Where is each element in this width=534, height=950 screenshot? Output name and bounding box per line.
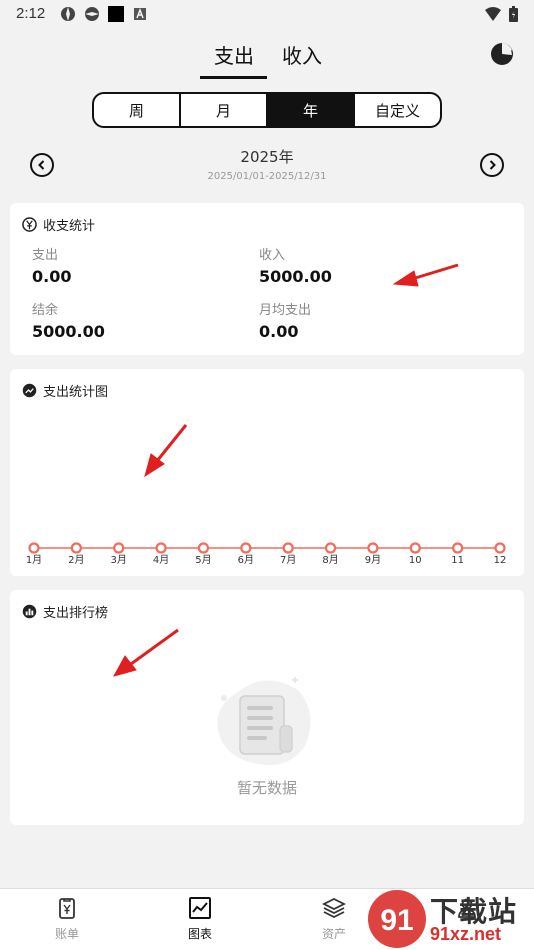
balance-value: 5000.00	[32, 322, 105, 341]
status-time: 2:12	[16, 5, 46, 22]
data-point[interactable]	[494, 542, 506, 554]
data-point[interactable]	[324, 542, 337, 554]
nav-assets-label: 资产	[321, 927, 346, 941]
status-bar: 2:12	[0, 0, 534, 28]
data-point[interactable]	[70, 542, 82, 554]
money-icon	[22, 217, 37, 232]
x-tick-label: 10	[409, 555, 422, 566]
period-title: 2025年	[240, 148, 294, 166]
x-tick-label: 7月	[280, 554, 296, 566]
x-tick-label: 8月	[322, 554, 338, 566]
period-year[interactable]: 年	[268, 94, 355, 126]
nav-charts-label: 图表	[187, 927, 212, 941]
x-tick-label: 4月	[153, 554, 169, 566]
data-point[interactable]	[367, 542, 379, 554]
square-icon	[108, 6, 124, 22]
data-point[interactable]	[113, 542, 125, 554]
data-point[interactable]	[282, 542, 294, 554]
x-tick-label: 5月	[195, 554, 211, 566]
nav-bills-label: 账单	[54, 927, 79, 941]
balance-label: 结余	[32, 303, 59, 318]
x-tick-label: 1月	[26, 554, 42, 566]
chevron-right-icon	[489, 160, 496, 170]
battery-icon	[509, 6, 518, 22]
x-tick-label: 6月	[238, 554, 254, 566]
a-icon	[134, 8, 146, 20]
data-point[interactable]	[155, 542, 167, 554]
period-selector: 周 月 年 自定义	[92, 92, 442, 128]
tab-expense[interactable]: 支出	[214, 40, 254, 69]
data-point[interactable]	[240, 542, 252, 554]
data-point[interactable]	[197, 542, 210, 554]
x-tick-label: 2月	[68, 554, 84, 566]
expense-value: 0.00	[32, 267, 72, 286]
period-range: 2025/01/01-2025/12/31	[207, 171, 327, 182]
x-tick-label: 9月	[365, 554, 381, 566]
x-tick-label: 11	[451, 555, 464, 566]
empty-document-illustration	[217, 677, 311, 766]
nav-bills[interactable]: 账单	[27, 897, 107, 942]
status-notification-icons	[60, 6, 148, 22]
next-period-button[interactable]	[480, 153, 504, 177]
wifi-icon	[485, 7, 501, 21]
nav-assets[interactable]: 资产	[294, 897, 374, 942]
data-point[interactable]	[452, 542, 464, 554]
data-point[interactable]	[28, 542, 40, 554]
receipt-icon	[59, 898, 75, 919]
period-custom[interactable]: 自定义	[355, 94, 440, 126]
watermark: 91 下载站 91xz.net	[366, 888, 534, 950]
x-tick-label: 3月	[111, 554, 127, 566]
stats-card-header: 收支统计	[22, 215, 95, 234]
aperture-icon	[85, 7, 99, 21]
layers-icon	[322, 897, 346, 919]
x-tick-label: 12	[494, 555, 507, 566]
chart-card: 支出统计图 1月 2月 3月 4月 5月 6月 7月 8月 9月 10 11 12	[10, 369, 524, 576]
status-system-icons	[485, 6, 518, 22]
nav-charts[interactable]: 图表	[160, 897, 240, 942]
stats-card-title: 收支统计	[43, 219, 96, 234]
watermark-url: 91xz.net	[430, 924, 502, 944]
data-point[interactable]	[409, 542, 421, 554]
ranking-card: 支出排行榜 暂无数据	[10, 590, 524, 825]
period-month[interactable]: 月	[181, 94, 268, 126]
expense-label: 支出	[32, 248, 59, 263]
ranking-card-title: 支出排行榜	[43, 606, 109, 621]
stats-card: 收支统计 支出 0.00 收入 5000.00 结余 5000.00 月均支出 …	[10, 203, 524, 355]
aperture-icon	[61, 7, 75, 21]
pie-chart-icon[interactable]	[490, 42, 514, 66]
svg-text:91: 91	[380, 904, 413, 937]
monthly-avg-label: 月均支出	[259, 303, 312, 318]
income-value: 5000.00	[259, 267, 332, 286]
tab-income[interactable]: 收入	[282, 40, 322, 69]
monthly-avg-value: 0.00	[259, 322, 299, 341]
ranking-card-header: 支出排行榜	[22, 602, 108, 621]
active-tab-indicator	[200, 76, 267, 79]
period-week[interactable]: 周	[94, 94, 181, 126]
top-tabs: 支出 收入	[0, 38, 534, 82]
ranking-icon	[22, 604, 37, 619]
empty-state-text: 暂无数据	[236, 779, 297, 797]
expense-line-chart: 1月 2月 3月 4月 5月 6月 7月 8月 9月 10 11 12	[26, 542, 507, 566]
income-label: 收入	[259, 248, 286, 263]
chart-icon	[189, 897, 211, 919]
watermark-logo-icon: 91	[368, 890, 426, 948]
